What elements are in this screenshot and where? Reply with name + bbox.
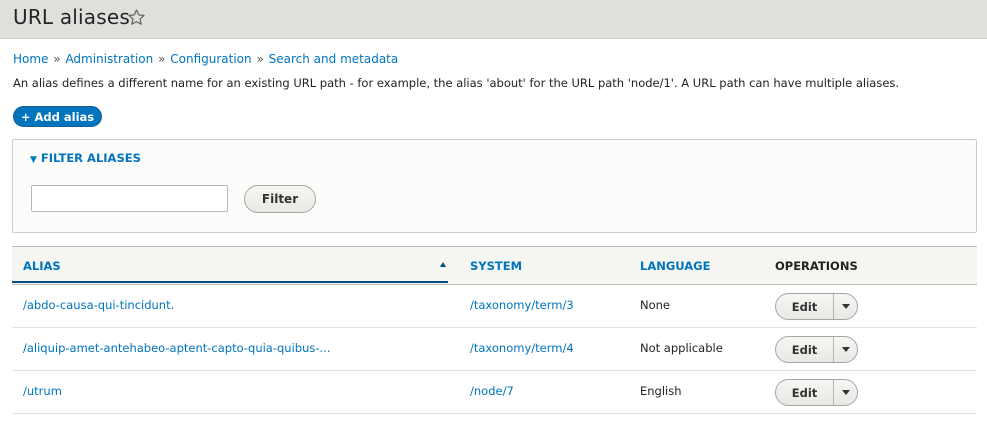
star-icon[interactable] [127,8,146,27]
breadcrumb-administration[interactable]: Administration [65,52,153,66]
system-path-link[interactable]: /taxonomy/term/3 [470,298,574,312]
breadcrumb-separator: » [53,52,61,66]
chevron-down-icon [841,304,850,309]
filter-legend-label: FILTER ALIASES [40,151,141,165]
language-value: English [640,384,682,398]
table-row: /abdo-causa-qui-tincidunt. /taxonomy/ter… [12,285,977,328]
operations-dropbutton: Edit [775,379,858,406]
breadcrumb-separator: » [256,52,264,66]
table-header: ALIAS SYSTEM LANGUAGE OPERATIONS [12,246,977,285]
chevron-down-icon [841,390,850,395]
breadcrumb-search-metadata[interactable]: Search and metadata [269,52,399,66]
breadcrumb-home[interactable]: Home [13,52,48,66]
page-description: An alias defines a different name for an… [13,76,900,90]
breadcrumb-configuration[interactable]: Configuration [170,52,251,66]
add-alias-button[interactable]: + Add alias [13,106,102,127]
operations-dropbutton: Edit [775,336,858,363]
page-header: URL aliases [0,0,987,39]
language-value: Not applicable [640,341,723,355]
alias-link[interactable]: /abdo-causa-qui-tincidunt. [23,298,174,312]
active-sort-indicator [12,281,448,283]
filter-button[interactable]: Filter [244,185,316,213]
alias-link[interactable]: /aliquip-amet-antehabeo-aptent-capto-qui… [23,341,330,355]
table-row: /aliquip-amet-antehabeo-aptent-capto-qui… [12,328,977,371]
column-header-alias[interactable]: ALIAS [23,259,61,273]
system-path-link[interactable]: /taxonomy/term/4 [470,341,574,355]
sort-ascending-icon [440,262,446,267]
column-header-system[interactable]: SYSTEM [470,259,522,273]
page-title: URL aliases [13,5,131,29]
operations-toggle[interactable] [834,294,857,319]
aliases-table: ALIAS SYSTEM LANGUAGE OPERATIONS /abdo-c… [12,246,977,414]
language-value: None [640,298,671,312]
column-header-operations: OPERATIONS [775,259,858,273]
filter-input[interactable] [31,185,228,212]
chevron-down-icon [841,347,850,352]
alias-link[interactable]: /utrum [23,384,62,398]
filter-aliases-toggle[interactable]: ▼ FILTER ALIASES [30,151,141,165]
filter-aliases-panel: ▼ FILTER ALIASES Filter [12,139,977,233]
edit-button[interactable]: Edit [776,294,834,319]
operations-toggle[interactable] [834,380,857,405]
edit-button[interactable]: Edit [776,380,834,405]
operations-toggle[interactable] [834,337,857,362]
system-path-link[interactable]: /node/7 [470,384,514,398]
triangle-down-icon: ▼ [30,155,37,165]
operations-dropbutton: Edit [775,293,858,320]
edit-button[interactable]: Edit [776,337,834,362]
breadcrumb-separator: » [158,52,166,66]
breadcrumb: Home » Administration » Configuration » … [13,52,398,66]
column-header-language[interactable]: LANGUAGE [640,259,710,273]
table-row: /utrum /node/7 English Edit [12,371,977,414]
